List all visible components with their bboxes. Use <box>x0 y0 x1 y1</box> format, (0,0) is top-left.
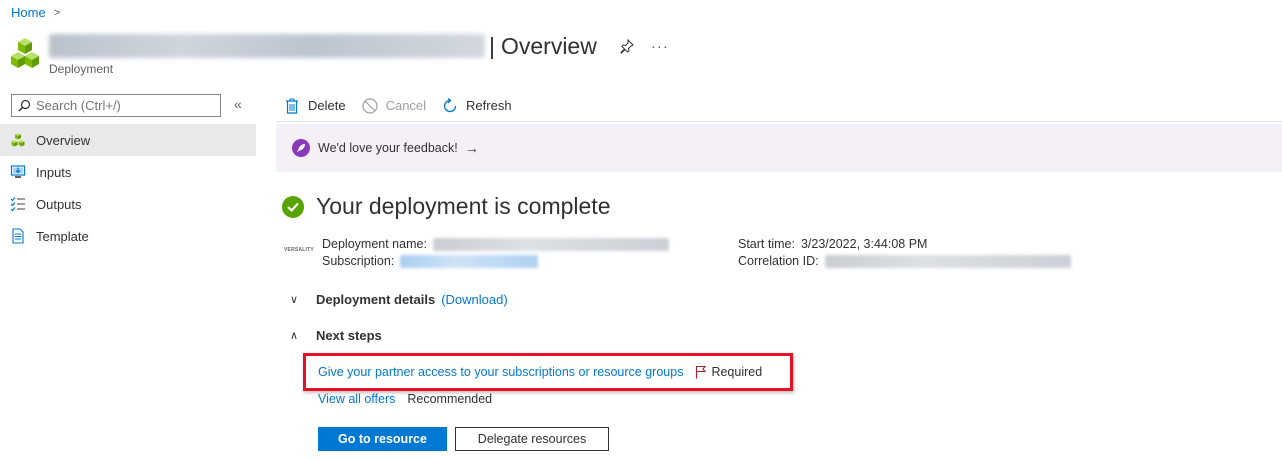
page-header: | Overview ··· Deployment <box>10 30 669 76</box>
search-box[interactable] <box>11 94 221 117</box>
feedback-banner[interactable]: We'd love your feedback! → <box>276 124 1282 172</box>
trash-icon <box>284 98 300 114</box>
cubes-icon <box>10 132 26 148</box>
arrow-right-icon: → <box>464 140 479 156</box>
correlation-id-value-redacted <box>824 255 1071 268</box>
recommended-badge: Recommended <box>407 392 493 406</box>
deployment-details-title[interactable]: Deployment details <box>316 292 435 307</box>
chevron-up-icon[interactable]: ∧ <box>290 329 304 342</box>
next-steps-title[interactable]: Next steps <box>316 328 382 343</box>
deployment-name-value-redacted <box>432 238 669 251</box>
deployment-status: Your deployment is complete <box>282 193 611 220</box>
delete-button[interactable]: Delete <box>284 98 346 114</box>
correlation-id-label: Correlation ID: <box>738 254 819 268</box>
delegate-resources-button[interactable]: Delegate resources <box>455 427 609 451</box>
title-separator: | <box>489 32 495 59</box>
cancel-button[interactable]: Cancel <box>361 97 427 114</box>
sidebar-item-label: Template <box>36 228 89 244</box>
subscription-link-redacted[interactable] <box>400 255 539 268</box>
search-input[interactable] <box>36 98 206 113</box>
search-icon <box>18 99 31 112</box>
sidebar-item-label: Outputs <box>36 196 82 212</box>
sidebar-item-label: Inputs <box>36 164 72 180</box>
deployment-details-section[interactable]: ∨ Deployment details (Download) <box>290 292 508 307</box>
status-heading: Your deployment is complete <box>316 193 611 219</box>
deployment-name-label: Deployment name: <box>322 237 427 251</box>
partner-access-link[interactable]: Give your partner access to your subscri… <box>318 365 683 379</box>
page-subtitle: Deployment <box>49 62 114 76</box>
breadcrumb-home-link[interactable]: Home <box>11 5 46 20</box>
breadcrumb: Home > <box>11 5 60 20</box>
go-to-resource-button[interactable]: Go to resource <box>318 427 447 451</box>
required-badge: Required <box>711 365 763 379</box>
next-steps-section[interactable]: ∧ Next steps <box>290 328 382 343</box>
sidebar-item-template[interactable]: Template <box>0 220 256 252</box>
page-title: Overview <box>500 32 597 59</box>
download-link[interactable]: (Download) <box>441 292 507 307</box>
offers-row: View all offers Recommended <box>318 392 492 406</box>
cancel-label: Cancel <box>385 98 427 113</box>
success-check-icon <box>282 195 304 218</box>
view-all-offers-link[interactable]: View all offers <box>318 392 395 406</box>
collapse-sidebar-icon[interactable]: « <box>234 96 242 112</box>
vendor-logo: VERSALITY <box>284 247 314 253</box>
sidebar-item-inputs[interactable]: Inputs <box>0 156 256 188</box>
sidebar-item-label: Overview <box>36 132 91 148</box>
more-options-icon[interactable]: ··· <box>651 38 669 55</box>
flag-icon <box>696 365 707 379</box>
refresh-icon <box>442 97 458 114</box>
refresh-button[interactable]: Refresh <box>442 97 512 114</box>
command-bar: Delete Cancel Refresh <box>276 90 1282 122</box>
subscription-label: Subscription: <box>322 254 395 268</box>
start-time-label: Start time: <box>738 237 795 251</box>
checklist-icon <box>10 196 26 212</box>
refresh-label: Refresh <box>466 98 512 113</box>
deployment-info-left: Deployment name: Subscription: <box>322 236 669 270</box>
sidebar-item-overview[interactable]: Overview <box>0 124 256 156</box>
delete-label: Delete <box>308 98 346 113</box>
deployment-name-redacted <box>49 34 485 58</box>
cancel-icon <box>361 97 378 114</box>
partner-access-highlight: Give your partner access to your subscri… <box>303 353 793 391</box>
rocket-icon <box>292 139 310 157</box>
deployment-cubes-icon <box>11 38 39 68</box>
start-time-value: 3/23/2022, 3:44:08 PM <box>800 237 928 251</box>
sidebar-item-outputs[interactable]: Outputs <box>0 188 256 220</box>
chevron-down-icon[interactable]: ∨ <box>290 293 304 306</box>
chevron-right-icon: > <box>53 6 61 19</box>
document-icon <box>10 228 26 244</box>
sidebar-nav: Overview Inputs Outputs Template <box>0 124 256 252</box>
feedback-text: We'd love your feedback! <box>318 141 458 155</box>
pin-icon[interactable] <box>619 38 635 54</box>
monitor-input-icon <box>10 164 26 180</box>
deployment-info-right: Start time: 3/23/2022, 3:44:08 PM Correl… <box>738 236 1071 270</box>
